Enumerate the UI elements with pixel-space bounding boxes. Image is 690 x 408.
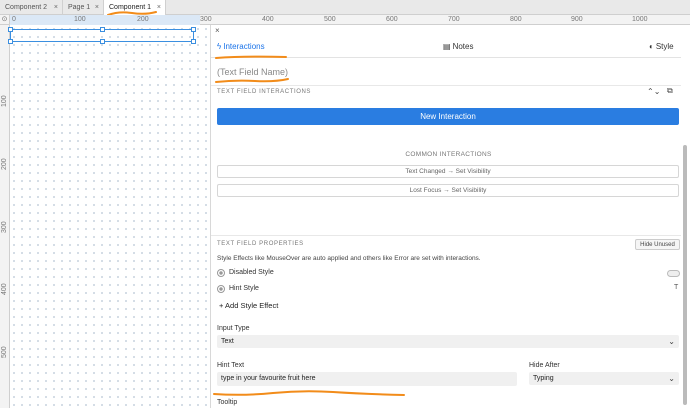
hide-after-select[interactable]: Typing ⌄ <box>529 372 679 385</box>
resize-handle[interactable] <box>8 27 13 32</box>
app-window: Component 2 × Page 1 × Component 1 × ⊙ 0… <box>0 0 690 408</box>
tab-label: Component 2 <box>5 4 48 11</box>
add-style-effect-link[interactable]: + Add Style Effect <box>219 301 278 310</box>
hide-unused-button[interactable]: Hide Unused <box>635 239 680 250</box>
tab-label: Component 1 <box>109 4 152 11</box>
ruler-tick-label: 700 <box>448 16 460 23</box>
section-header-properties: TEXT FIELD PROPERTIES <box>217 241 304 247</box>
panel-tabs: ϟ Interactions ▤ Notes ◐ Style <box>211 36 681 59</box>
ruler-tick-label: 600 <box>386 16 398 23</box>
ruler-tick-label: 0 <box>12 16 16 23</box>
input-type-label: Input Type <box>217 325 250 332</box>
ruler-selection-highlight <box>10 15 200 25</box>
tab-style[interactable]: ◐ Style <box>649 42 674 51</box>
ruler-tick-label: 100 <box>74 16 86 23</box>
ruler-tick-label: 100 <box>1 95 8 107</box>
vertical-ruler: 100 200 300 400 500 <box>0 25 10 408</box>
select-value: Typing <box>533 375 554 382</box>
tab-label: Notes <box>452 42 474 51</box>
tab-component-1[interactable]: Component 1 × <box>104 0 166 16</box>
ruler-tick-label: 300 <box>200 16 212 23</box>
style-effect-disabled[interactable]: Disabled Style <box>229 269 274 276</box>
document-tabs: Component 2 × Page 1 × Component 1 × <box>0 0 690 16</box>
hint-text-label: Hint Text <box>217 362 245 369</box>
ruler-tick-label: 400 <box>1 283 8 295</box>
expand-collapse-icon[interactable]: ⌃⌄ <box>647 87 660 96</box>
ruler-tick-label: 400 <box>262 16 274 23</box>
close-icon[interactable]: × <box>54 0 58 15</box>
tab-label: Interactions <box>223 42 265 51</box>
tab-label: Style <box>655 42 674 51</box>
toggle-switch[interactable] <box>667 270 680 277</box>
ruler-tick-label: 1000 <box>632 16 648 23</box>
resize-handle[interactable] <box>191 39 196 44</box>
design-canvas[interactable] <box>8 25 210 408</box>
close-icon[interactable]: × <box>157 0 161 15</box>
input-type-select[interactable]: Text ⌄ <box>217 335 679 348</box>
resize-handle[interactable] <box>100 27 105 32</box>
close-icon[interactable]: × <box>215 26 220 35</box>
tab-notes[interactable]: ▤ Notes <box>443 42 473 51</box>
common-interaction-item[interactable]: Text Changed → Set Visibility <box>217 165 679 178</box>
horizontal-ruler: 0 100 200 300 400 500 600 700 800 900 10… <box>10 15 690 25</box>
style-icon: ◐ <box>649 42 654 51</box>
tab-page-1[interactable]: Page 1 × <box>63 0 104 15</box>
common-interactions-header: COMMON INTERACTIONS <box>405 151 492 158</box>
tab-label: Page 1 <box>68 4 91 11</box>
close-icon[interactable]: × <box>95 0 99 15</box>
ruler-tick-label: 500 <box>1 346 8 358</box>
text-format-icon[interactable]: T <box>674 284 678 291</box>
hint-text-input[interactable]: type in your favourite fruit here <box>217 372 517 386</box>
divider <box>211 85 681 86</box>
annotation-underline <box>213 390 405 396</box>
external-link-icon[interactable]: ⧉ <box>667 86 673 96</box>
ruler-tick-label: 200 <box>1 158 8 170</box>
tooltip-label: Tooltip <box>217 399 238 406</box>
ruler-tick-label: 300 <box>1 221 8 233</box>
divider <box>211 235 681 236</box>
ruler-tick-label: 200 <box>137 16 149 23</box>
section-header-interactions: TEXT FIELD INTERACTIONS <box>217 89 312 95</box>
style-effect-hint[interactable]: Hint Style <box>229 285 259 292</box>
style-effects-note: Style Effects like MouseOver are auto ap… <box>217 255 481 262</box>
style-effect-radio[interactable] <box>217 285 225 293</box>
lightning-icon: ϟ <box>217 42 222 51</box>
select-value: Text <box>221 338 234 345</box>
panel-scrollbar[interactable] <box>683 145 687 405</box>
notes-icon: ▤ <box>443 42 451 51</box>
annotation-underline <box>215 78 289 83</box>
style-effect-radio[interactable] <box>217 269 225 277</box>
tab-interactions[interactable]: ϟ Interactions <box>217 42 265 51</box>
hide-after-label: Hide After <box>529 362 560 369</box>
new-interaction-button[interactable]: New Interaction <box>217 108 679 125</box>
ruler-tick-label: 500 <box>324 16 336 23</box>
chevron-down-icon: ⌄ <box>668 374 675 383</box>
common-interaction-item[interactable]: Lost Focus → Set Visibility <box>217 184 679 197</box>
resize-handle[interactable] <box>191 27 196 32</box>
ruler-origin: ⊙ <box>0 15 10 25</box>
chevron-down-icon: ⌄ <box>668 337 675 346</box>
ruler-tick-label: 800 <box>510 16 522 23</box>
properties-panel: × ϟ Interactions ▤ Notes ◐ Style (Text Fiel… <box>210 25 690 408</box>
ruler-tick-label: 900 <box>571 16 583 23</box>
annotation-underline <box>215 55 287 59</box>
element-name[interactable]: (Text Field Name) <box>217 67 288 77</box>
resize-handle[interactable] <box>100 39 105 44</box>
tab-component-2[interactable]: Component 2 × <box>0 0 63 15</box>
resize-handle[interactable] <box>8 39 13 44</box>
